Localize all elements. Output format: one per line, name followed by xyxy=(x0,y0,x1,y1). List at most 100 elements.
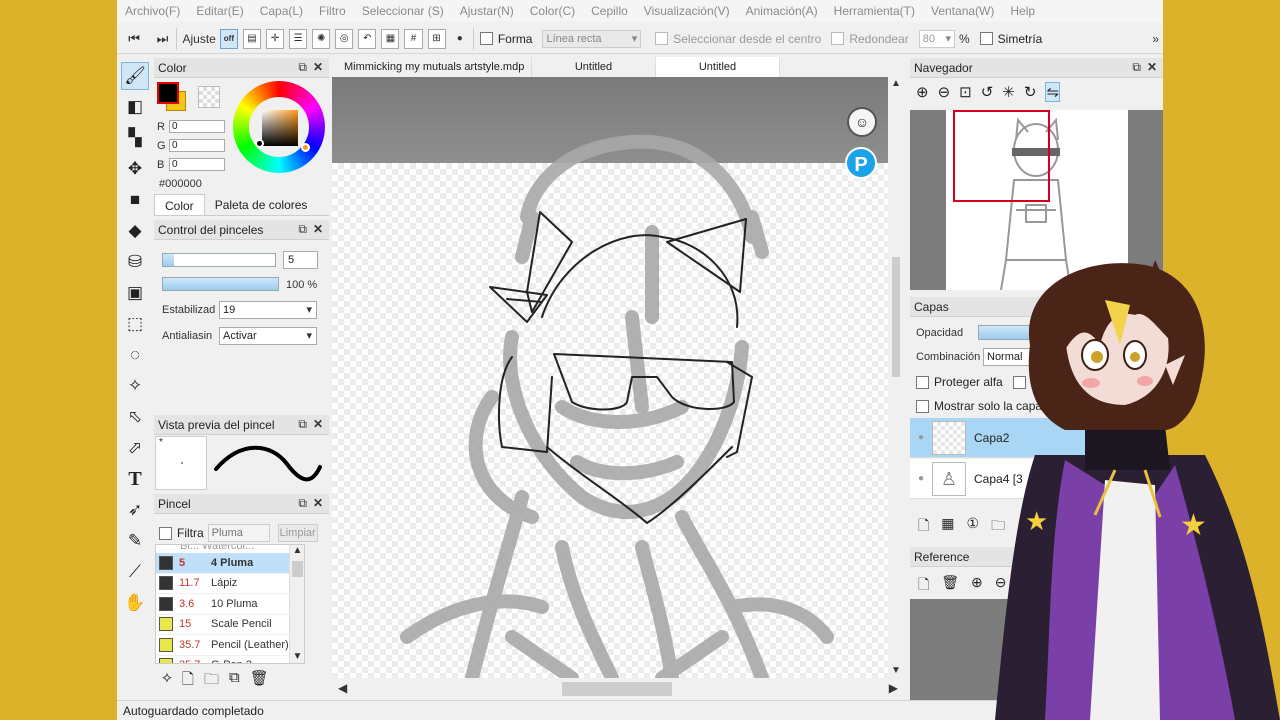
bucket-tool-icon[interactable]: ⛁ xyxy=(121,248,149,276)
scroll-up-icon[interactable]: ▲ xyxy=(888,77,904,91)
color-wheel[interactable] xyxy=(233,81,325,173)
transparent-color-swatch[interactable] xyxy=(198,86,220,108)
document-tab[interactable]: Untitled xyxy=(532,57,656,77)
select-pen-tool-icon[interactable]: ⬁ xyxy=(121,403,149,431)
new-reference-icon[interactable]: 🗋 xyxy=(918,574,929,598)
menu-herramienta[interactable]: Herramienta(T) xyxy=(834,4,915,18)
snap-parallel-icon[interactable]: ▤ xyxy=(242,28,261,49)
zoom-out-icon[interactable]: ⊖ xyxy=(938,83,951,101)
canvas-area[interactable]: ☺ P ▲ ▼ xyxy=(332,77,904,678)
select-rect-tool-icon[interactable]: ⬚ xyxy=(121,310,149,338)
new-halftone-layer-icon[interactable]: ▦ xyxy=(941,515,954,539)
brush-list-scrollbar[interactable]: ▲ ▼ xyxy=(289,545,304,663)
canvas-vertical-scrollbar[interactable]: ▲ ▼ xyxy=(888,77,904,678)
snap-vanishing-icon[interactable]: ☰ xyxy=(289,28,308,49)
dot-icon[interactable]: ● xyxy=(453,31,467,47)
eyedropper-tool-icon[interactable]: ⟋ xyxy=(121,558,149,586)
brush-list-item[interactable]: 54 Pluma✲ xyxy=(156,553,304,574)
brush-list-item[interactable]: 35.7 Pencil (Leather) xyxy=(156,635,304,656)
document-tab-active[interactable]: Untitled xyxy=(656,57,780,77)
visibility-icon[interactable]: ● xyxy=(910,473,932,484)
undock-icon[interactable]: ⧉ xyxy=(1132,60,1141,75)
scroll-thumb[interactable] xyxy=(892,257,900,377)
close-icon[interactable]: ✕ xyxy=(313,496,323,510)
eraser-tool-icon[interactable]: ◧ xyxy=(121,93,149,121)
scroll-down-icon[interactable]: ▼ xyxy=(888,664,904,678)
navigator-view-frame[interactable] xyxy=(953,110,1050,202)
menu-seleccionar[interactable]: Seleccionar (S) xyxy=(362,4,444,18)
clear-button[interactable]: Limpiar xyxy=(277,524,318,542)
visibility-icon[interactable]: ● xyxy=(910,432,932,443)
snap-curve-icon[interactable]: ↶ xyxy=(358,28,377,49)
rectangle-tool-icon[interactable]: ■ xyxy=(121,186,149,214)
pixiv-badge-icon[interactable]: P xyxy=(845,147,877,179)
brush-list-item[interactable]: 11.7 Lápiz xyxy=(156,574,304,594)
next-icon[interactable]: ⏭ xyxy=(155,31,169,47)
scroll-up-icon[interactable]: ▲ xyxy=(290,545,304,559)
scroll-left-icon[interactable]: ◀ xyxy=(338,681,347,695)
document-tab[interactable]: Mimmicking my mutuals artstyle.mdp xyxy=(332,57,532,77)
new-1bit-layer-icon[interactable]: ① xyxy=(967,515,980,539)
snap-radial-icon[interactable]: ✺ xyxy=(312,28,331,49)
canvas-horizontal-scrollbar[interactable]: ◀ ▶ xyxy=(332,678,904,700)
menu-archivo[interactable]: Archivo(F) xyxy=(125,4,180,18)
estab-select[interactable]: 19 xyxy=(219,301,317,319)
menu-ventana[interactable]: Ventana(W) xyxy=(931,4,994,18)
brush-add-icon[interactable]: ⟡ xyxy=(162,669,172,694)
rotate-left-icon[interactable]: ↺ xyxy=(981,83,994,101)
main-color-swatch[interactable] xyxy=(157,82,179,104)
select-center-checkbox[interactable] xyxy=(655,32,669,45)
zoom-fit-icon[interactable]: ⊡ xyxy=(959,83,972,101)
magic-wand-tool-icon[interactable]: ✧ xyxy=(121,372,149,400)
new-layer-icon[interactable]: 🗋 xyxy=(918,515,929,539)
sv-square[interactable] xyxy=(262,110,298,146)
brush-list-item[interactable]: 15 Scale Pencil xyxy=(156,615,304,635)
size-slider[interactable] xyxy=(162,253,276,267)
snap-off-button[interactable]: off xyxy=(219,28,238,49)
snap-concentric-icon[interactable]: ◎ xyxy=(335,28,354,49)
show-active-checkbox[interactable] xyxy=(916,399,929,413)
scroll-right-icon[interactable]: ▶ xyxy=(889,681,898,695)
hand-tool-icon[interactable]: ✋ xyxy=(121,589,149,617)
opacity-slider[interactable] xyxy=(162,277,279,291)
scroll-down-icon[interactable]: ▼ xyxy=(290,651,304,663)
select-center-toggle[interactable]: Seleccionar desde el centro xyxy=(655,32,821,46)
text-tool-icon[interactable]: T xyxy=(121,465,149,493)
r-input[interactable]: 0 xyxy=(169,120,225,133)
zoom-in-icon[interactable]: ⊕ xyxy=(916,83,929,101)
brush-list-item[interactable]: 35.7G-Pen 2 xyxy=(156,656,304,663)
operation-tool-icon[interactable]: ➶ xyxy=(121,496,149,524)
protect-alpha-checkbox[interactable] xyxy=(916,375,929,389)
snap-grid-icon[interactable]: # xyxy=(404,28,423,49)
prev-icon[interactable]: ⏮ xyxy=(127,31,141,47)
simetria-checkbox[interactable] xyxy=(979,32,993,45)
snap-cross-icon[interactable]: ✛ xyxy=(266,28,285,49)
rotate-reset-icon[interactable]: ✳ xyxy=(1002,83,1015,101)
scroll-thumb[interactable] xyxy=(292,561,303,577)
redondear-checkbox[interactable] xyxy=(831,32,845,45)
menu-color[interactable]: Color(C) xyxy=(530,4,575,18)
undock-icon[interactable]: ⧉ xyxy=(298,417,307,432)
forma-select[interactable]: Línea recta xyxy=(542,29,642,48)
menu-cepillo[interactable]: Cepillo xyxy=(591,4,628,18)
g-input[interactable]: 0 xyxy=(169,139,225,152)
delete-reference-icon[interactable]: 🗑 xyxy=(941,574,959,598)
rotate-right-icon[interactable]: ↻ xyxy=(1024,83,1037,101)
close-icon[interactable]: ✕ xyxy=(313,60,323,74)
shape-tool-icon[interactable]: ◆ xyxy=(121,217,149,245)
close-icon[interactable]: ✕ xyxy=(313,222,323,236)
scroll-thumb[interactable] xyxy=(562,682,672,696)
simetria-toggle[interactable]: Simetría xyxy=(979,32,1042,46)
menu-capa[interactable]: Capa(L) xyxy=(260,4,303,18)
antialias-select[interactable]: Activar xyxy=(219,327,317,345)
duplicate-icon[interactable]: ⧉ xyxy=(229,669,240,694)
b-input[interactable]: 0 xyxy=(169,158,225,171)
menu-help[interactable]: Help xyxy=(1010,4,1035,18)
redondear-toggle[interactable]: Redondear xyxy=(831,32,909,46)
menu-visualizacion[interactable]: Visualización(V) xyxy=(644,4,730,18)
filter-checkbox[interactable] xyxy=(159,526,172,540)
select-eraser-tool-icon[interactable]: ⬀ xyxy=(121,434,149,462)
hue-cursor[interactable] xyxy=(301,143,310,152)
avatar[interactable]: ☺ xyxy=(847,107,877,137)
gradient-tool-icon[interactable]: ▣ xyxy=(121,279,149,307)
